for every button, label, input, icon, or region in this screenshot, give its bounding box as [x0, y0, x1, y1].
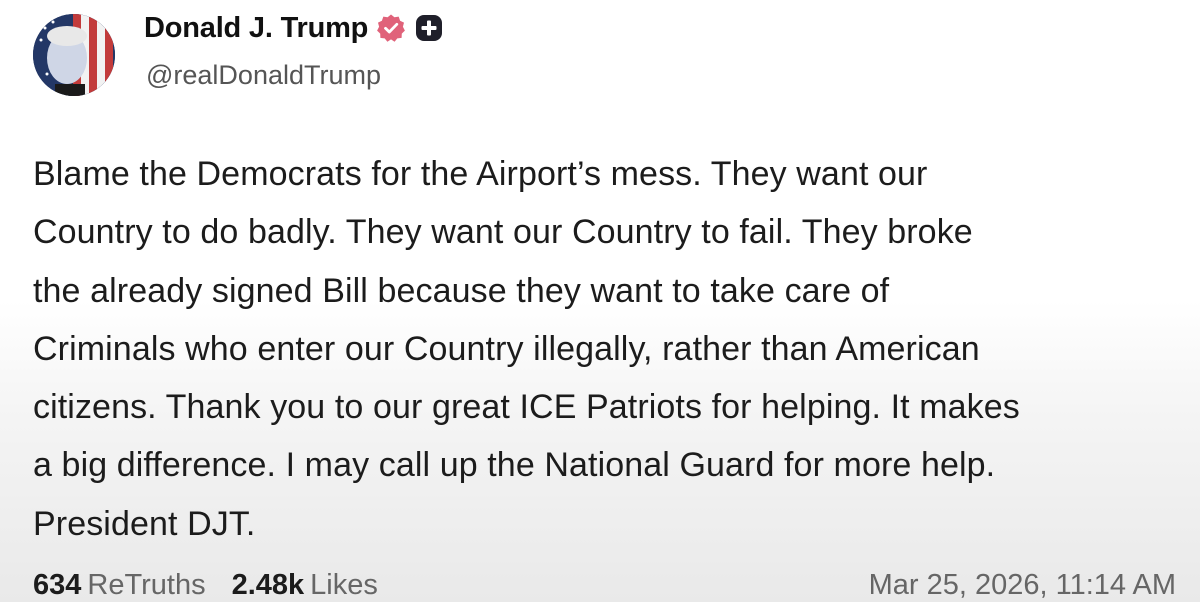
author-display-name[interactable]: Donald J. Trump	[144, 10, 368, 46]
post-timestamp[interactable]: Mar 25, 2026, 11:14 AM	[869, 565, 1176, 605]
post-stats: 634 ReTruths 2.48k Likes	[33, 565, 378, 605]
truth-post-card: Donald J. Trump @realDonaldTrump Blame t…	[0, 0, 1200, 602]
retruths-stat[interactable]: 634 ReTruths	[33, 565, 206, 605]
verified-badge-icon	[376, 13, 406, 43]
author-handle[interactable]: @realDonaldTrump	[146, 58, 381, 92]
retruths-label: ReTruths	[87, 569, 206, 601]
plus-badge-icon	[414, 13, 444, 43]
avatar-image	[33, 14, 115, 96]
retruths-count: 634	[33, 569, 82, 601]
author-name-row: Donald J. Trump	[144, 10, 444, 46]
likes-count: 2.48k	[231, 569, 305, 601]
likes-label: Likes	[310, 569, 378, 601]
post-text: Blame the Democrats for the Airport’s me…	[33, 155, 1020, 543]
likes-stat[interactable]: 2.48k Likes	[232, 565, 378, 605]
avatar[interactable]	[33, 14, 115, 96]
